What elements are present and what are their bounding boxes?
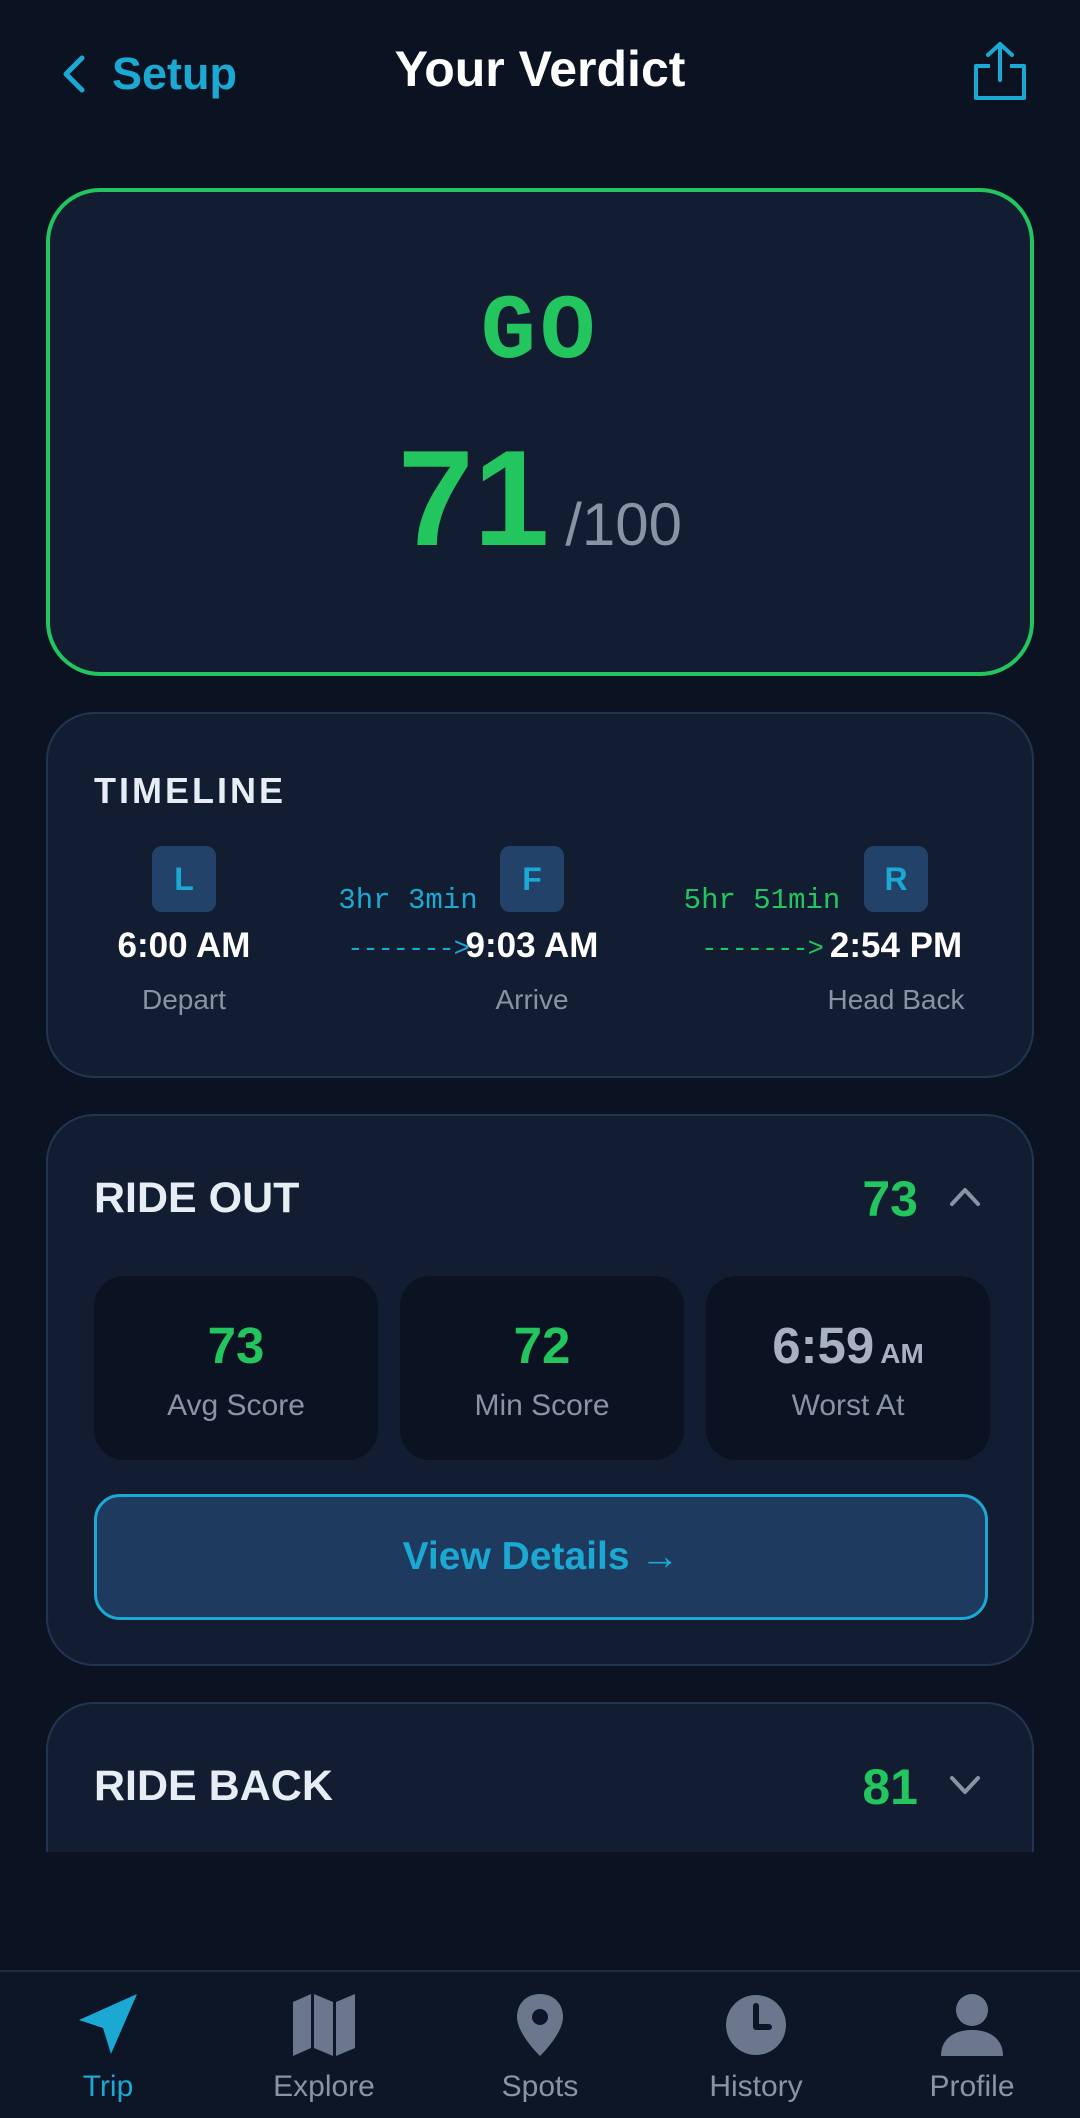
verdict-card: GO 71 /100 <box>46 188 1034 676</box>
section-score: 73 <box>862 1171 918 1227</box>
navigation-arrow-icon <box>79 1994 137 2054</box>
stop-badge: L <box>152 846 216 912</box>
nav-item-spots[interactable]: Spots <box>440 1990 640 2104</box>
stop-label: Head Back <box>827 984 965 1015</box>
stop-time: 2:54 PM <box>829 926 963 965</box>
view-details-button[interactable]: View Details → <box>94 1494 988 1620</box>
nav-label: Spots <box>501 2070 579 2103</box>
timeline-stop-depart: L 6:00 AM Depart <box>74 846 294 1016</box>
stop-time: 6:00 AM <box>117 926 251 965</box>
nav-item-history[interactable]: History <box>656 1990 856 2104</box>
stat-unit: AM <box>880 1338 924 1369</box>
chevron-down-icon[interactable] <box>948 1772 982 1796</box>
stat-worst-at: 6:59 AM Worst At <box>706 1276 990 1460</box>
nav-label: Trip <box>82 2070 134 2103</box>
share-icon[interactable] <box>972 40 1028 102</box>
section-title: RIDE BACK <box>94 1762 333 1810</box>
stop-label: Depart <box>141 984 227 1015</box>
stop-label: Arrive <box>495 984 569 1015</box>
stat-label: Avg Score <box>167 1389 305 1422</box>
stop-badge: F <box>500 846 564 912</box>
stop-badge: R <box>864 846 928 912</box>
stat-label: Min Score <box>474 1389 610 1422</box>
stat-value: 72 <box>513 1317 571 1374</box>
map-pin-icon <box>517 1994 563 2056</box>
verdict-score: 71 /100 <box>50 430 1030 566</box>
stat-avg-score: 73 Avg Score <box>94 1276 378 1460</box>
clock-icon <box>726 1995 786 2055</box>
page-title: Your Verdict <box>394 41 686 97</box>
score-max: /100 <box>565 491 683 558</box>
bottom-nav: Trip Explore Spots History Profile <box>0 1970 1080 2118</box>
nav-item-trip[interactable]: Trip <box>8 1990 208 2104</box>
stop-time: 9:03 AM <box>465 926 599 965</box>
stat-min-score: 72 Min Score <box>400 1276 684 1460</box>
section-title: RIDE OUT <box>94 1174 300 1222</box>
timeline-stop-arrive: F 9:03 AM Arrive <box>422 846 642 1016</box>
chevron-up-icon[interactable] <box>948 1184 982 1208</box>
nav-label: History <box>709 2070 803 2103</box>
stat-value: 6:59 AM <box>772 1317 924 1374</box>
nav-item-explore[interactable]: Explore <box>224 1990 424 2104</box>
verdict-label: GO <box>480 280 600 385</box>
section-score: 81 <box>862 1759 918 1815</box>
stat-label: Worst At <box>791 1389 905 1422</box>
map-icon <box>293 1994 355 2056</box>
ride-back-section[interactable]: RIDE BACK 81 <box>46 1702 1034 1852</box>
timeline-card: TIMELINE L 6:00 AM Depart 3hr 3min -----… <box>46 712 1034 1078</box>
nav-label: Explore <box>273 2070 375 2103</box>
app-header: Setup Your Verdict <box>0 0 1080 148</box>
timeline-title: TIMELINE <box>94 770 286 811</box>
nav-item-profile[interactable]: Profile <box>872 1990 1072 2104</box>
score-value: 71 <box>397 422 550 574</box>
timeline-stop-head-back: R 2:54 PM Head Back <box>786 846 1006 1016</box>
stat-value: 73 <box>207 1317 265 1374</box>
ride-out-section: RIDE OUT 73 73 Avg Score 72 Min Score 6:… <box>46 1114 1034 1666</box>
nav-label: Profile <box>929 2070 1015 2103</box>
user-icon <box>941 1994 1003 2056</box>
